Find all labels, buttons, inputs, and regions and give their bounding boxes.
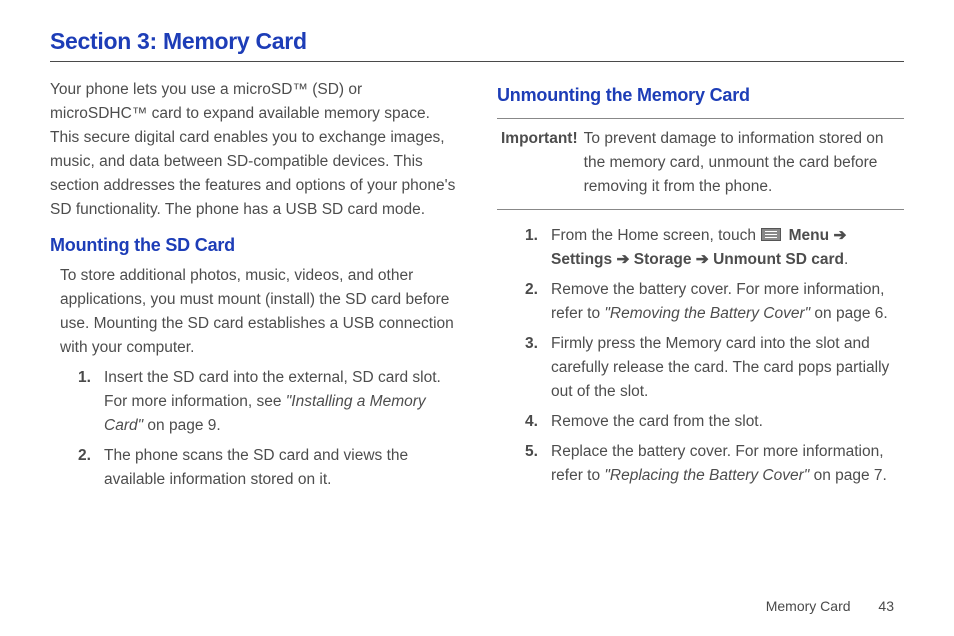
arrow-icon: ➔: [833, 227, 846, 244]
important-callout: Important! To prevent damage to informat…: [497, 118, 904, 210]
mounting-steps: Insert the SD card into the external, SD…: [78, 366, 457, 492]
left-column: Your phone lets you use a microSD™ (SD) …: [50, 78, 457, 498]
unmounting-step-1: From the Home screen, touch Menu ➔ Setti…: [525, 224, 904, 272]
nav-storage: Storage: [629, 251, 695, 268]
page-footer: Memory Card 43: [766, 598, 894, 614]
unmounting-step-3: Firmly press the Memory card into the sl…: [525, 332, 904, 404]
mounting-intro: To store additional photos, music, video…: [60, 264, 457, 360]
step-text: From the Home screen, touch: [551, 227, 760, 244]
step-text: on page 6.: [810, 305, 888, 322]
menu-label: Menu: [784, 227, 833, 244]
two-column-layout: Your phone lets you use a microSD™ (SD) …: [50, 78, 904, 498]
nav-settings: Settings: [551, 251, 616, 268]
cross-reference: "Removing the Battery Cover": [604, 305, 810, 322]
unmounting-step-2: Remove the battery cover. For more infor…: [525, 278, 904, 326]
unmounting-step-4: Remove the card from the slot.: [525, 410, 904, 434]
important-text: To prevent damage to information stored …: [584, 127, 900, 199]
step-text: on page 9.: [143, 417, 221, 434]
unmounting-step-5: Replace the battery cover. For more info…: [525, 440, 904, 488]
mounting-step-2: The phone scans the SD card and views th…: [78, 444, 457, 492]
nav-unmount: Unmount SD card: [709, 251, 844, 268]
footer-section-label: Memory Card: [766, 598, 851, 614]
important-label: Important!: [501, 127, 578, 199]
cross-reference: "Replacing the Battery Cover": [604, 467, 809, 484]
unmounting-steps: From the Home screen, touch Menu ➔ Setti…: [525, 224, 904, 488]
arrow-icon: ➔: [616, 251, 629, 268]
subheading-mounting: Mounting the SD Card: [50, 232, 457, 260]
section-title: Section 3: Memory Card: [50, 28, 904, 62]
step-text: .: [844, 251, 848, 268]
intro-paragraph: Your phone lets you use a microSD™ (SD) …: [50, 78, 457, 222]
arrow-icon: ➔: [696, 251, 709, 268]
step-text: on page 7.: [809, 467, 887, 484]
mounting-step-1: Insert the SD card into the external, SD…: [78, 366, 457, 438]
right-column: Unmounting the Memory Card Important! To…: [497, 78, 904, 498]
subheading-unmounting: Unmounting the Memory Card: [497, 82, 904, 110]
menu-icon: [761, 228, 781, 241]
page-number: 43: [878, 598, 894, 614]
